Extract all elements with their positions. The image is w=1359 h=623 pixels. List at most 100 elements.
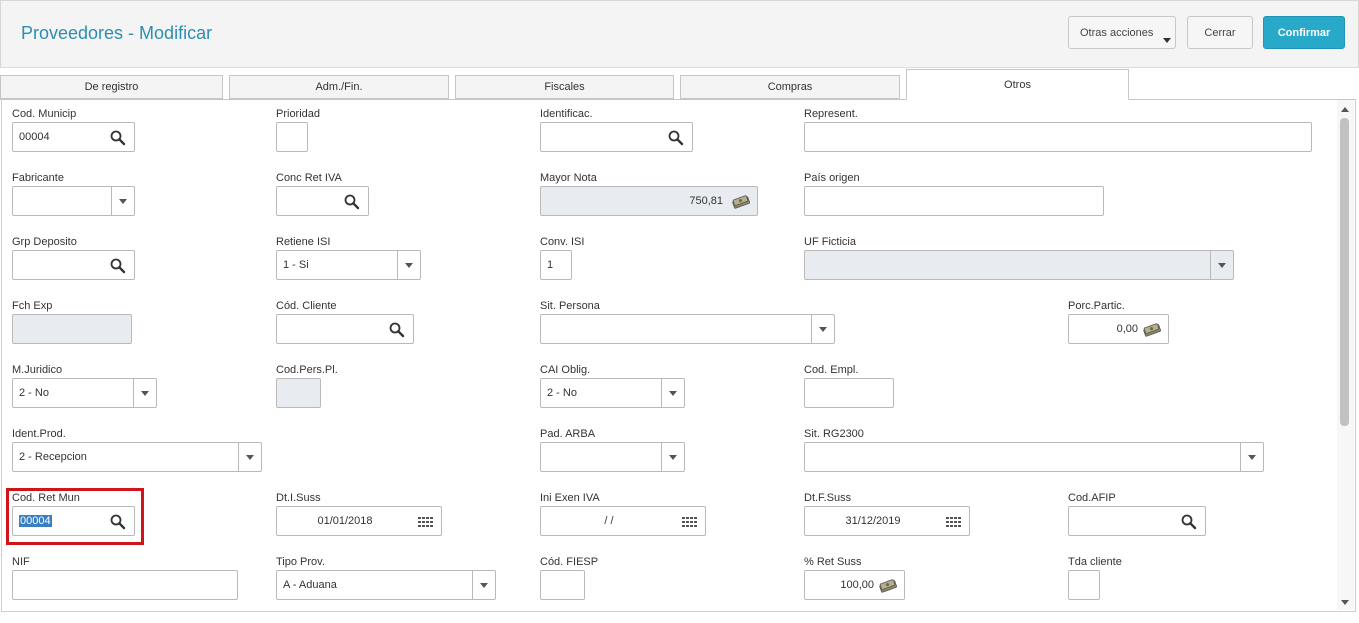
fabricante-label: Fabricante bbox=[12, 172, 64, 184]
conv-isi-field[interactable]: 1 bbox=[540, 250, 572, 280]
cod-empl-field[interactable] bbox=[804, 378, 894, 408]
other-actions-label: Otras acciones bbox=[1080, 26, 1154, 39]
scroll-down-icon[interactable] bbox=[1341, 600, 1349, 605]
chevron-down-icon[interactable] bbox=[661, 379, 684, 407]
ret-suss-label: % Ret Suss bbox=[804, 556, 862, 568]
calendar-icon[interactable] bbox=[680, 513, 698, 531]
search-icon[interactable] bbox=[388, 321, 406, 339]
dt-f-suss-field[interactable]: 31/12/2019 bbox=[804, 506, 970, 536]
pad-arba-label: Pad. ARBA bbox=[540, 428, 596, 440]
dt-i-suss-label: Dt.I.Suss bbox=[276, 492, 321, 504]
cai-oblig-value: 2 - No bbox=[547, 387, 577, 399]
cai-oblig-label: CAI Oblig. bbox=[540, 364, 591, 376]
chevron-down-icon[interactable] bbox=[1240, 443, 1263, 471]
chevron-down-icon[interactable] bbox=[661, 443, 684, 471]
cod-fiesp-field[interactable] bbox=[540, 570, 585, 600]
fch-exp-label: Fch Exp bbox=[12, 300, 53, 312]
search-icon[interactable] bbox=[109, 257, 127, 275]
money-icon bbox=[732, 195, 750, 209]
represent-field[interactable] bbox=[804, 122, 1312, 152]
ini-exen-iva-label: Ini Exen IVA bbox=[540, 492, 600, 504]
sit-rg2300-select[interactable] bbox=[804, 442, 1264, 472]
m-juridico-value: 2 - No bbox=[19, 387, 49, 399]
cod-cliente-field[interactable] bbox=[276, 314, 414, 344]
nif-label: NIF bbox=[12, 556, 30, 568]
cai-oblig-select[interactable]: 2 - No bbox=[540, 378, 685, 408]
porc-partic-field[interactable]: 0,00 bbox=[1068, 314, 1169, 344]
cod-pers-pl-field bbox=[276, 378, 321, 408]
dt-i-suss-value: 01/01/2018 bbox=[317, 515, 373, 527]
scrollbar-thumb[interactable] bbox=[1340, 118, 1349, 426]
ret-suss-field[interactable]: 100,00 bbox=[804, 570, 905, 600]
pais-origen-label: País origen bbox=[804, 172, 860, 184]
tipo-prov-value: A - Aduana bbox=[283, 579, 337, 591]
nif-field[interactable] bbox=[12, 570, 238, 600]
m-juridico-label: M.Juridico bbox=[12, 364, 63, 376]
chevron-down-icon[interactable] bbox=[111, 187, 134, 215]
retiene-isi-select[interactable]: 1 - Si bbox=[276, 250, 421, 280]
search-icon[interactable] bbox=[343, 193, 361, 211]
tab-otros[interactable]: Otros bbox=[906, 69, 1129, 100]
cod-municip-label: Cod. Municip bbox=[12, 108, 77, 120]
identificac-field[interactable] bbox=[540, 122, 693, 152]
calendar-icon[interactable] bbox=[416, 513, 434, 531]
cod-municip-field[interactable]: 00004 bbox=[12, 122, 135, 152]
conc-ret-iva-field[interactable] bbox=[276, 186, 369, 216]
search-icon[interactable] bbox=[109, 129, 127, 147]
cod-fiesp-label: Cód. FIESP bbox=[540, 556, 599, 568]
pais-origen-field[interactable] bbox=[804, 186, 1104, 216]
confirm-button[interactable]: Confirmar bbox=[1263, 16, 1345, 49]
close-button[interactable]: Cerrar bbox=[1187, 16, 1253, 49]
tipo-prov-label: Tipo Prov. bbox=[276, 556, 325, 568]
chevron-down-icon[interactable] bbox=[811, 315, 834, 343]
tipo-prov-select[interactable]: A - Aduana bbox=[276, 570, 496, 600]
conv-isi-label: Conv. ISI bbox=[540, 236, 585, 248]
highlight-box bbox=[6, 488, 144, 545]
search-icon[interactable] bbox=[1180, 513, 1198, 531]
tda-cliente-field[interactable] bbox=[1068, 570, 1100, 600]
chevron-down-icon[interactable] bbox=[472, 571, 495, 599]
ident-prod-select[interactable]: 2 - Recepcion bbox=[12, 442, 262, 472]
scroll-up-icon[interactable] bbox=[1341, 107, 1349, 112]
m-juridico-select[interactable]: 2 - No bbox=[12, 378, 157, 408]
tab-adm-fin[interactable]: Adm./Fin. bbox=[229, 75, 449, 99]
chevron-down-icon bbox=[1163, 38, 1171, 43]
conv-isi-value: 1 bbox=[547, 259, 554, 271]
cod-afip-label: Cod.AFIP bbox=[1068, 492, 1116, 504]
grp-deposito-field[interactable] bbox=[12, 250, 135, 280]
cod-municip-value: 00004 bbox=[19, 131, 50, 143]
porc-partic-label: Porc.Partic. bbox=[1068, 300, 1125, 312]
uf-ficticia-select bbox=[804, 250, 1234, 280]
chevron-down-icon[interactable] bbox=[133, 379, 156, 407]
money-icon bbox=[879, 579, 897, 593]
sit-persona-select[interactable] bbox=[540, 314, 835, 344]
ini-exen-iva-field[interactable]: / / bbox=[540, 506, 706, 536]
conc-ret-iva-label: Conc Ret IVA bbox=[276, 172, 342, 184]
tab-fiscales[interactable]: Fiscales bbox=[455, 75, 674, 99]
chevron-down-icon[interactable] bbox=[397, 251, 420, 279]
retiene-isi-label: Retiene ISI bbox=[276, 236, 331, 248]
grp-deposito-label: Grp Deposito bbox=[12, 236, 77, 248]
mayor-nota-field: 750,81 bbox=[540, 186, 758, 216]
pad-arba-select[interactable] bbox=[540, 442, 685, 472]
cod-afip-field[interactable] bbox=[1068, 506, 1206, 536]
calendar-icon[interactable] bbox=[944, 513, 962, 531]
prioridad-field[interactable] bbox=[276, 122, 308, 152]
tda-cliente-label: Tda cliente bbox=[1068, 556, 1122, 568]
ident-prod-value: 2 - Recepcion bbox=[19, 451, 87, 463]
tab-de-registro[interactable]: De registro bbox=[0, 75, 223, 99]
other-actions-button[interactable]: Otras acciones bbox=[1068, 16, 1176, 49]
chevron-down-icon[interactable] bbox=[238, 443, 261, 471]
chevron-down-icon bbox=[1210, 251, 1233, 279]
dt-f-suss-label: Dt.F.Suss bbox=[804, 492, 852, 504]
tab-compras[interactable]: Compras bbox=[680, 75, 900, 99]
uf-ficticia-label: UF Ficticia bbox=[804, 236, 856, 248]
fabricante-select[interactable] bbox=[12, 186, 135, 216]
ident-prod-label: Ident.Prod. bbox=[12, 428, 66, 440]
mayor-nota-label: Mayor Nota bbox=[540, 172, 597, 184]
search-icon[interactable] bbox=[667, 129, 685, 147]
retiene-isi-value: 1 - Si bbox=[283, 259, 309, 271]
dt-i-suss-field[interactable]: 01/01/2018 bbox=[276, 506, 442, 536]
fch-exp-field bbox=[12, 314, 132, 344]
cod-pers-pl-label: Cod.Pers.Pl. bbox=[276, 364, 338, 376]
